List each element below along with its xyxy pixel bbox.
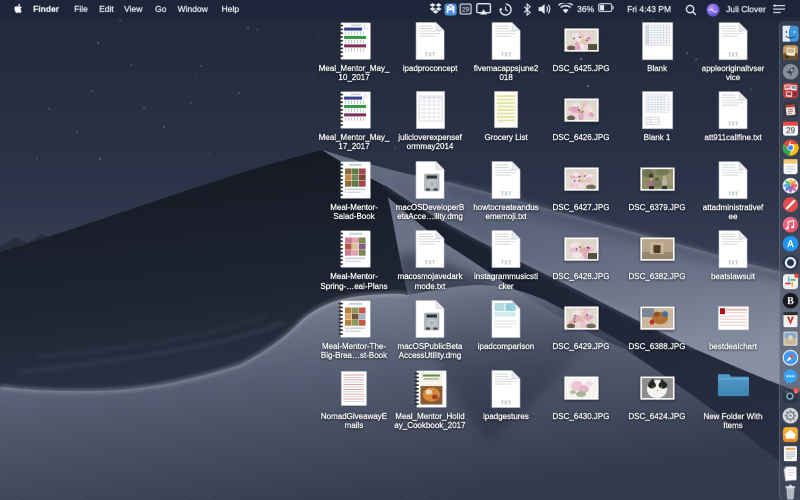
svg-text:A: A <box>786 239 793 250</box>
svg-text:29: 29 <box>462 7 470 14</box>
svg-text:29: 29 <box>786 126 795 135</box>
svg-text:2: 2 <box>794 389 797 394</box>
svg-text:B: B <box>787 296 794 307</box>
